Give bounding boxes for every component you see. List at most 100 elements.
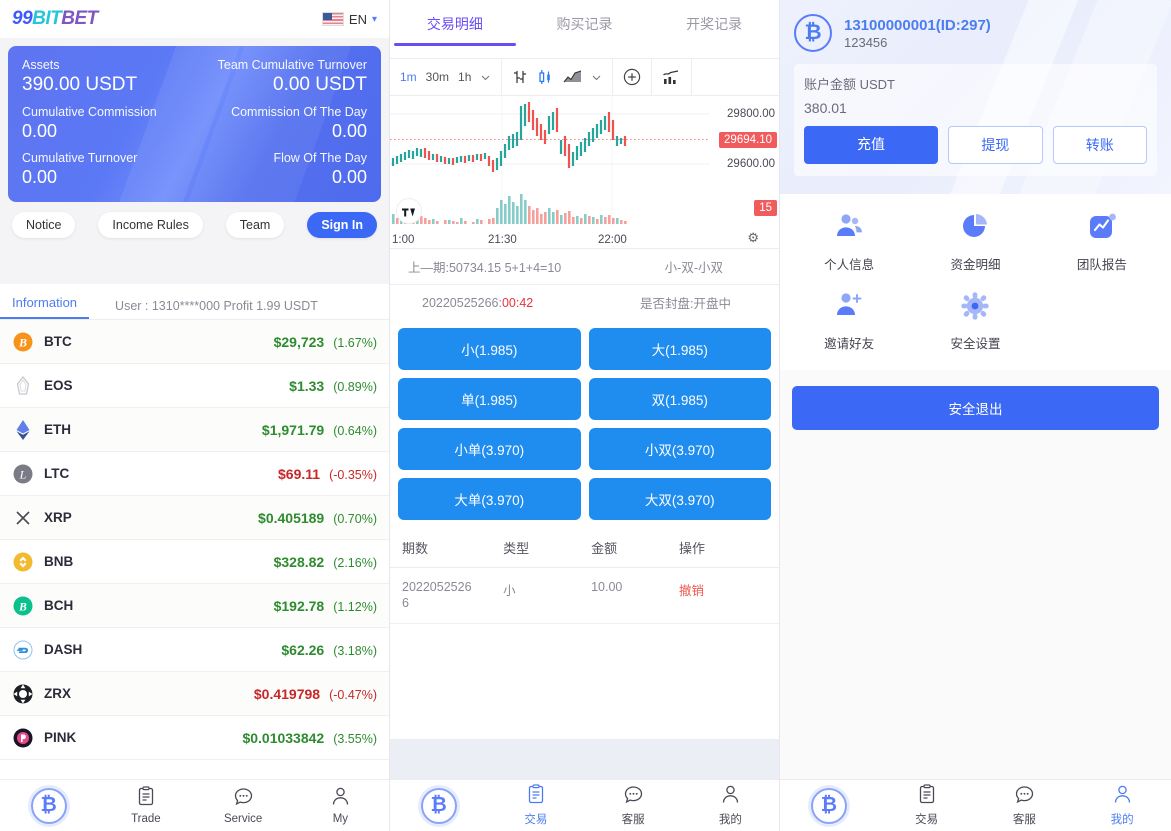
bitcoin-avatar-icon: ₿ — [794, 14, 832, 52]
bet-small-odd[interactable]: 小单(3.970) — [398, 428, 581, 470]
bet-even[interactable]: 双(1.985) — [588, 378, 771, 420]
tab-transaction-details[interactable]: 交易明细 — [390, 14, 520, 46]
team-turnover-value: 0.00 USDT — [273, 74, 367, 95]
list-item[interactable]: ETH $1,971.79 (0.64%) — [0, 408, 389, 452]
list-item[interactable]: ZRX $0.419798 (-0.47%) — [0, 672, 389, 716]
tab-purchase-records[interactable]: 购买记录 — [520, 14, 650, 46]
nav-home-logo[interactable]: ₿ — [780, 787, 878, 824]
nav-service[interactable]: Service — [195, 786, 292, 825]
quick-action-pills: Notice Income Rules Team Sign In — [8, 202, 381, 247]
nav-my[interactable]: 我的 — [1073, 784, 1171, 827]
bet-table: 期数 类型 金额 操作 20220525266 小 10.00 撤销 — [390, 530, 779, 625]
nav-home-logo[interactable]: ₿ — [0, 787, 97, 824]
candlestick-icon[interactable] — [537, 69, 554, 85]
withdraw-button[interactable]: 提现 — [948, 126, 1043, 164]
coin-change: (3.18%) — [333, 643, 377, 658]
tab-lottery-records[interactable]: 开奖记录 — [649, 14, 779, 46]
line-chart-icon[interactable] — [563, 70, 582, 84]
price-chart[interactable]: 29800.00 29694.10 29600.00 15 1:00 21:30… — [390, 96, 779, 248]
brand-logo[interactable]: 99BITBET — [12, 8, 98, 30]
list-item[interactable]: L LTC $69.11 (-0.35%) — [0, 452, 389, 496]
bet-big-odd[interactable]: 大单(3.970) — [398, 478, 581, 520]
interval-1h[interactable]: 1h — [458, 70, 471, 84]
nav-label: 客服 — [621, 814, 645, 826]
cell-amount: 10.00 — [591, 580, 623, 594]
coin-change: (0.64%) — [333, 423, 377, 438]
current-round-row: 20220525266:00:42 是否封盘:开盘中 — [390, 284, 779, 320]
add-person-icon — [833, 291, 865, 326]
information-bar: Information User : 1310****000 Profit 1.… — [0, 284, 389, 319]
nav-service[interactable]: 客服 — [976, 784, 1074, 827]
notice-button[interactable]: Notice — [12, 212, 76, 238]
nav-trade[interactable]: Trade — [97, 786, 194, 825]
coin-change: (1.67%) — [333, 335, 377, 350]
coin-change: (3.55%) — [333, 731, 377, 746]
coin-price: $1.33 — [289, 377, 325, 394]
bet-odd[interactable]: 单(1.985) — [398, 378, 581, 420]
logout-button[interactable]: 安全退出 — [792, 386, 1159, 430]
bet-big-even[interactable]: 大双(3.970) — [588, 478, 771, 520]
eth-icon — [12, 419, 34, 441]
interval-1m[interactable]: 1m — [400, 70, 417, 84]
income-rules-button[interactable]: Income Rules — [98, 212, 203, 238]
menu-security-settings[interactable]: 安全设置 — [912, 291, 1038, 352]
list-item[interactable]: B BTC $29,723 (1.67%) — [0, 320, 389, 364]
bet-small-even[interactable]: 小双(3.970) — [588, 428, 771, 470]
tab-information[interactable]: Information — [0, 292, 90, 319]
add-group — [613, 59, 653, 95]
interval-30m[interactable]: 30m — [426, 70, 449, 84]
menu-team-report[interactable]: 团队报告 — [1039, 212, 1165, 273]
time-axis: 1:00 21:30 22:00 ⚙ — [390, 226, 779, 248]
cancel-bet-button[interactable]: 撤销 — [679, 580, 767, 611]
indicators-icon[interactable] — [662, 69, 681, 86]
bet-big[interactable]: 大(1.985) — [588, 328, 771, 370]
bitcoin-logo-icon: ₿ — [810, 787, 847, 824]
menu-personal-info[interactable]: 个人信息 — [786, 212, 912, 273]
coin-symbol: BNB — [44, 554, 74, 569]
nav-trade[interactable]: 交易 — [878, 784, 976, 827]
list-item[interactable]: BNB $328.82 (2.16%) — [0, 540, 389, 584]
menu-invite-friends[interactable]: 邀请好友 — [786, 291, 912, 352]
team-button[interactable]: Team — [225, 212, 285, 238]
bet-small[interactable]: 小(1.985) — [398, 328, 581, 370]
people-icon — [833, 212, 865, 247]
menu-fund-details[interactable]: 资金明细 — [912, 212, 1038, 273]
nav-home-logo[interactable]: ₿ — [390, 787, 487, 824]
settings-icon[interactable]: ⚙ — [747, 230, 759, 246]
menu-label: 安全设置 — [950, 337, 1001, 351]
plus-circle-icon[interactable] — [623, 68, 641, 86]
nav-label: Trade — [131, 813, 161, 825]
transfer-button[interactable]: 转账 — [1052, 126, 1148, 164]
axis-label: 29600.00 — [727, 158, 775, 170]
list-item[interactable]: B BCH $192.78 (1.12%) — [0, 584, 389, 628]
cumulative-commission-value: 0.00 — [22, 121, 58, 141]
nav-my[interactable]: 我的 — [682, 784, 779, 827]
list-item[interactable]: DASH $62.26 (3.18%) — [0, 628, 389, 672]
chevron-down-icon[interactable] — [591, 72, 602, 83]
list-item[interactable]: EOS $1.33 (0.89%) — [0, 364, 389, 408]
sign-in-button[interactable]: Sign In — [307, 212, 377, 238]
menu-label: 资金明细 — [950, 258, 1001, 272]
cumulative-turnover-label: Cumulative Turnover — [22, 151, 138, 165]
nav-label: My — [332, 813, 349, 825]
cumulative-commission-label: Cumulative Commission — [22, 105, 157, 119]
countdown-badge: 15 — [754, 200, 777, 216]
cumulative-turnover-value: 0.00 — [22, 167, 58, 187]
deposit-button[interactable]: 充值 — [804, 126, 939, 164]
chart-type-group — [502, 59, 614, 95]
brand-part-3: BET — [61, 8, 98, 29]
list-item[interactable]: XRP $0.405189 (0.70%) — [0, 496, 389, 540]
left-header: 99BITBET EN ▾ — [0, 0, 389, 38]
nav-service[interactable]: 客服 — [585, 784, 682, 827]
language-selector[interactable]: EN ▾ — [321, 12, 377, 27]
nav-trade[interactable]: 交易 — [487, 784, 584, 827]
bar-chart-icon[interactable] — [512, 69, 528, 85]
menu-label: 邀请好友 — [824, 337, 875, 351]
coin-price: $1,971.79 — [261, 421, 325, 438]
coin-list: B BTC $29,723 (1.67%) EOS $1.33 (0.89%) ET… — [0, 320, 389, 760]
nav-my[interactable]: My — [292, 786, 389, 825]
chevron-down-icon[interactable] — [480, 72, 491, 83]
list-item[interactable]: PINK $0.01033842 (3.55%) — [0, 716, 389, 760]
middle-panel: 交易明细 购买记录 开奖记录 1m 30m 1h 29800.00 29694.… — [390, 0, 780, 831]
pie-chart-icon — [960, 212, 990, 247]
